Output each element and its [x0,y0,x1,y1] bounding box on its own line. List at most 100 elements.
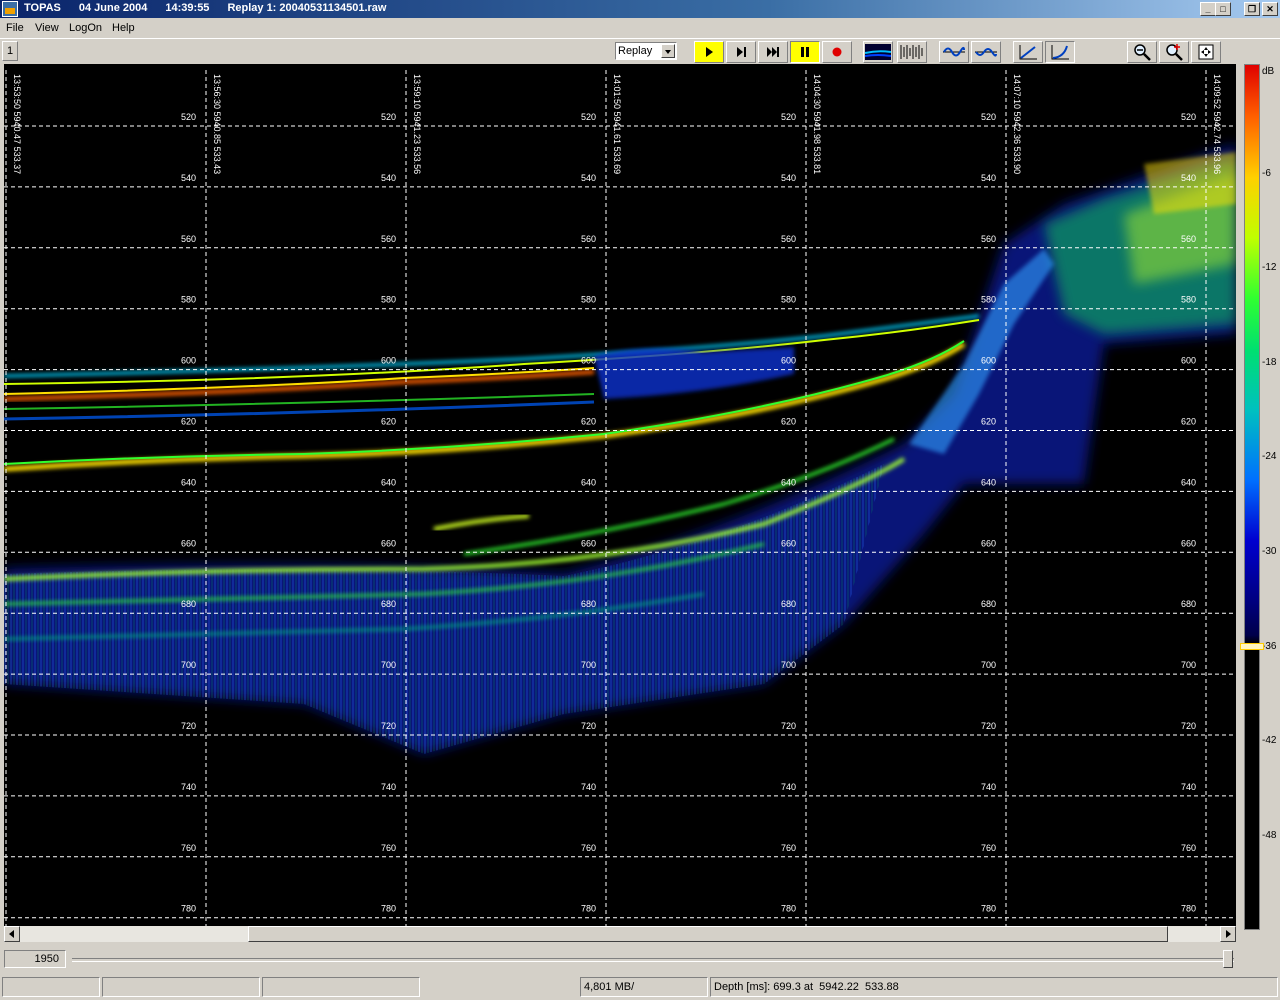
colorbar-unit: dB [1262,66,1275,77]
step-button[interactable] [726,41,756,63]
depth-label: 720 [781,721,796,731]
title-replay-file: Replay 1: 20040531134501.raw [227,2,387,14]
depth-label: 700 [781,660,796,670]
tab-1[interactable]: 1 [2,41,18,61]
gain-curve-icon [1019,45,1037,60]
time-marker-labels: 13:53:50 5940.47 533.37 13:56:30 5940.85 … [12,74,1222,174]
chevron-down-icon[interactable] [661,44,675,58]
position-value: 1950 [4,950,66,968]
zoom-out-button[interactable] [1127,41,1157,63]
depth-label: 660 [581,538,596,548]
depth-label: 580 [181,295,196,305]
zoom-in-button[interactable] [1159,41,1189,63]
scroll-thumb[interactable] [248,926,1168,942]
depth-label: 760 [381,843,396,853]
gain-curve-button[interactable] [1013,41,1043,63]
depth-label: 620 [781,417,796,427]
depth-label: 560 [1181,234,1196,244]
record-button[interactable] [822,41,852,63]
depth-label: 580 [981,295,996,305]
menu-bar: File View LogOn Help [0,18,1280,38]
menu-view[interactable]: View [35,22,59,34]
colorbar-threshold-handle[interactable] [1240,643,1264,650]
depth-label: 640 [781,477,796,487]
position-bar: 1950 [0,948,1280,970]
signal-alt-icon [975,48,997,57]
depth-label: 700 [181,660,196,670]
gain-curve-alt-button[interactable] [1045,41,1075,63]
depth-label: 760 [581,843,596,853]
time-marker-label: 13:53:50 5940.47 533.37 [12,74,22,174]
depth-label: 600 [581,356,596,366]
signal-alt-button[interactable] [971,41,1001,63]
depth-label: 760 [781,843,796,853]
depth-label: 620 [381,417,396,427]
colorbar-label: -24 [1262,451,1277,462]
echogram-view-button[interactable] [863,41,893,63]
depth-label: 720 [381,721,396,731]
depth-label: 680 [181,599,196,609]
app-minimize-icon[interactable]: _ [1200,2,1216,16]
depth-label: 720 [1181,721,1196,731]
depth-label: 660 [181,538,196,548]
status-bar: 4,801 MB/ Depth [ms]: 699.3 at 5942.22 5… [0,976,1280,998]
fit-view-button[interactable] [1191,41,1221,63]
depth-label: 700 [981,660,996,670]
echogram-grid [4,70,1236,926]
pause-button[interactable] [790,41,820,63]
menu-file[interactable]: File [6,22,24,34]
menu-logon[interactable]: LogOn [69,22,102,34]
app-icon[interactable] [2,1,18,17]
depth-label: 780 [581,904,596,914]
depth-label: 520 [581,112,596,122]
fast-forward-button[interactable] [758,41,788,63]
depth-label: 580 [781,295,796,305]
window-title: TOPAS 04 June 2004 14:39:55 Replay 1: 20040… [24,2,404,14]
horizontal-scrollbar[interactable] [4,926,1236,942]
depth-label: 620 [181,417,196,427]
depth-label: 600 [181,356,196,366]
depth-label: 680 [581,599,596,609]
colorbar-label: -12 [1262,262,1277,273]
zoom-out-icon [1134,44,1151,61]
mode-select[interactable]: Replay [615,42,677,60]
scroll-left-button[interactable] [4,926,20,942]
position-slider-thumb[interactable] [1223,950,1233,968]
depth-label: 680 [381,599,396,609]
scroll-right-button[interactable] [1220,926,1236,942]
depth-label: 760 [981,843,996,853]
depth-label: 620 [581,417,596,427]
echogram-plot[interactable]: 13:53:50 5940.47 533.37 13:56:30 5940.85 … [4,64,1236,926]
depth-label: 560 [581,234,596,244]
echogram-canvas[interactable]: 13:53:50 5940.47 533.37 13:56:30 5940.85 … [4,64,1236,926]
depth-label: 640 [981,477,996,487]
app-restore-icon[interactable]: □ [1215,2,1231,16]
depth-label: 620 [1181,417,1196,427]
zoom-in-icon [1166,44,1183,61]
depth-label: 600 [1181,356,1196,366]
time-marker-label: 13:56:30 5940.85 533.43 [212,74,222,174]
close-window-icon[interactable]: ✕ [1262,2,1278,16]
depth-label: 680 [781,599,796,609]
depth-label: 740 [581,782,596,792]
arrow-left-icon [9,930,14,938]
depth-label: 560 [781,234,796,244]
depth-label: 660 [781,538,796,548]
signal-button[interactable] [939,41,969,63]
step-icon [737,47,746,57]
menu-help[interactable]: Help [112,22,135,34]
depth-label: 660 [1181,538,1196,548]
depth-label: 740 [1181,782,1196,792]
time-marker-label: 14:07:10 5942.36 533.90 [1012,74,1022,174]
depth-label: 640 [181,477,196,487]
waveform-view-button[interactable] [897,41,927,63]
depth-label: 680 [981,599,996,609]
colorbar-label: -48 [1262,830,1277,841]
depth-label: 580 [1181,295,1196,305]
depth-label: 760 [181,843,196,853]
play-button[interactable] [694,41,724,63]
depth-label: 520 [781,112,796,122]
position-track[interactable] [72,958,1234,962]
status-panel-3 [262,977,420,997]
restore-window-icon[interactable]: ❐ [1244,2,1260,16]
